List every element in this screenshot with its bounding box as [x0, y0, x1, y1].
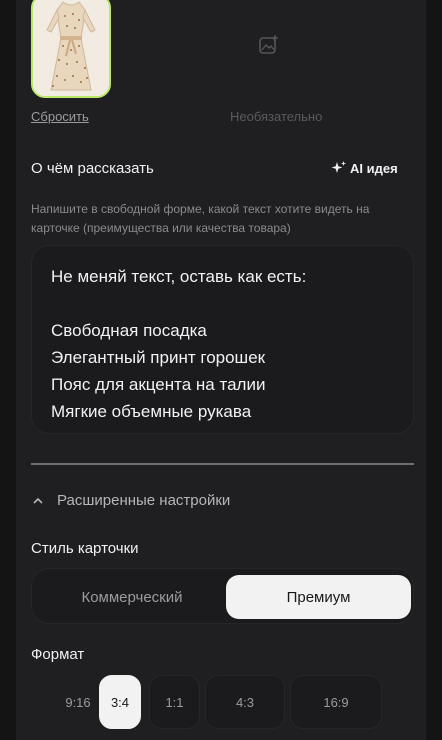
product-photo-thumbnail[interactable]: [31, 0, 111, 98]
divider: [31, 463, 414, 465]
ai-idea-label: AI идея: [350, 160, 398, 176]
reset-link[interactable]: Сбросить: [31, 109, 89, 124]
card-style-selector: Коммерческий Премиум: [31, 568, 414, 624]
dress-photo: [33, 0, 109, 96]
style-option-premium[interactable]: Премиум: [226, 575, 411, 619]
card-generator-panel: Сбросить Необязательно О чём рассказать …: [0, 0, 442, 740]
advanced-settings-label: Расширенные настройки: [57, 492, 231, 509]
card-style-label: Стиль карточки: [31, 540, 139, 557]
format-option-1-1[interactable]: 1:1: [149, 675, 200, 729]
format-label: Формат: [31, 646, 85, 663]
style-option-commercial[interactable]: Коммерческий: [38, 575, 226, 619]
description-textarea[interactable]: Не меняй текст, оставь как есть: Свободн…: [31, 245, 414, 434]
format-option-16-9[interactable]: 16:9: [290, 675, 382, 729]
advanced-settings-toggle[interactable]: Расширенные настройки: [31, 492, 230, 509]
section-title: О чём рассказать: [31, 160, 154, 177]
format-option-3-4[interactable]: 3:4: [99, 675, 141, 729]
right-edge: [426, 0, 442, 740]
format-option-4-3[interactable]: 4:3: [205, 675, 285, 729]
chevron-up-icon: [33, 497, 43, 504]
format-option-9-16[interactable]: 9:16: [58, 675, 98, 729]
description-hint: Напишите в свободной форме, какой текст …: [31, 202, 370, 235]
ai-idea-button[interactable]: AI идея: [331, 160, 398, 176]
add-image-icon[interactable]: [258, 34, 280, 56]
sparkle-icon: [331, 161, 346, 173]
left-edge: [0, 0, 16, 740]
optional-label: Необязательно: [230, 109, 323, 124]
